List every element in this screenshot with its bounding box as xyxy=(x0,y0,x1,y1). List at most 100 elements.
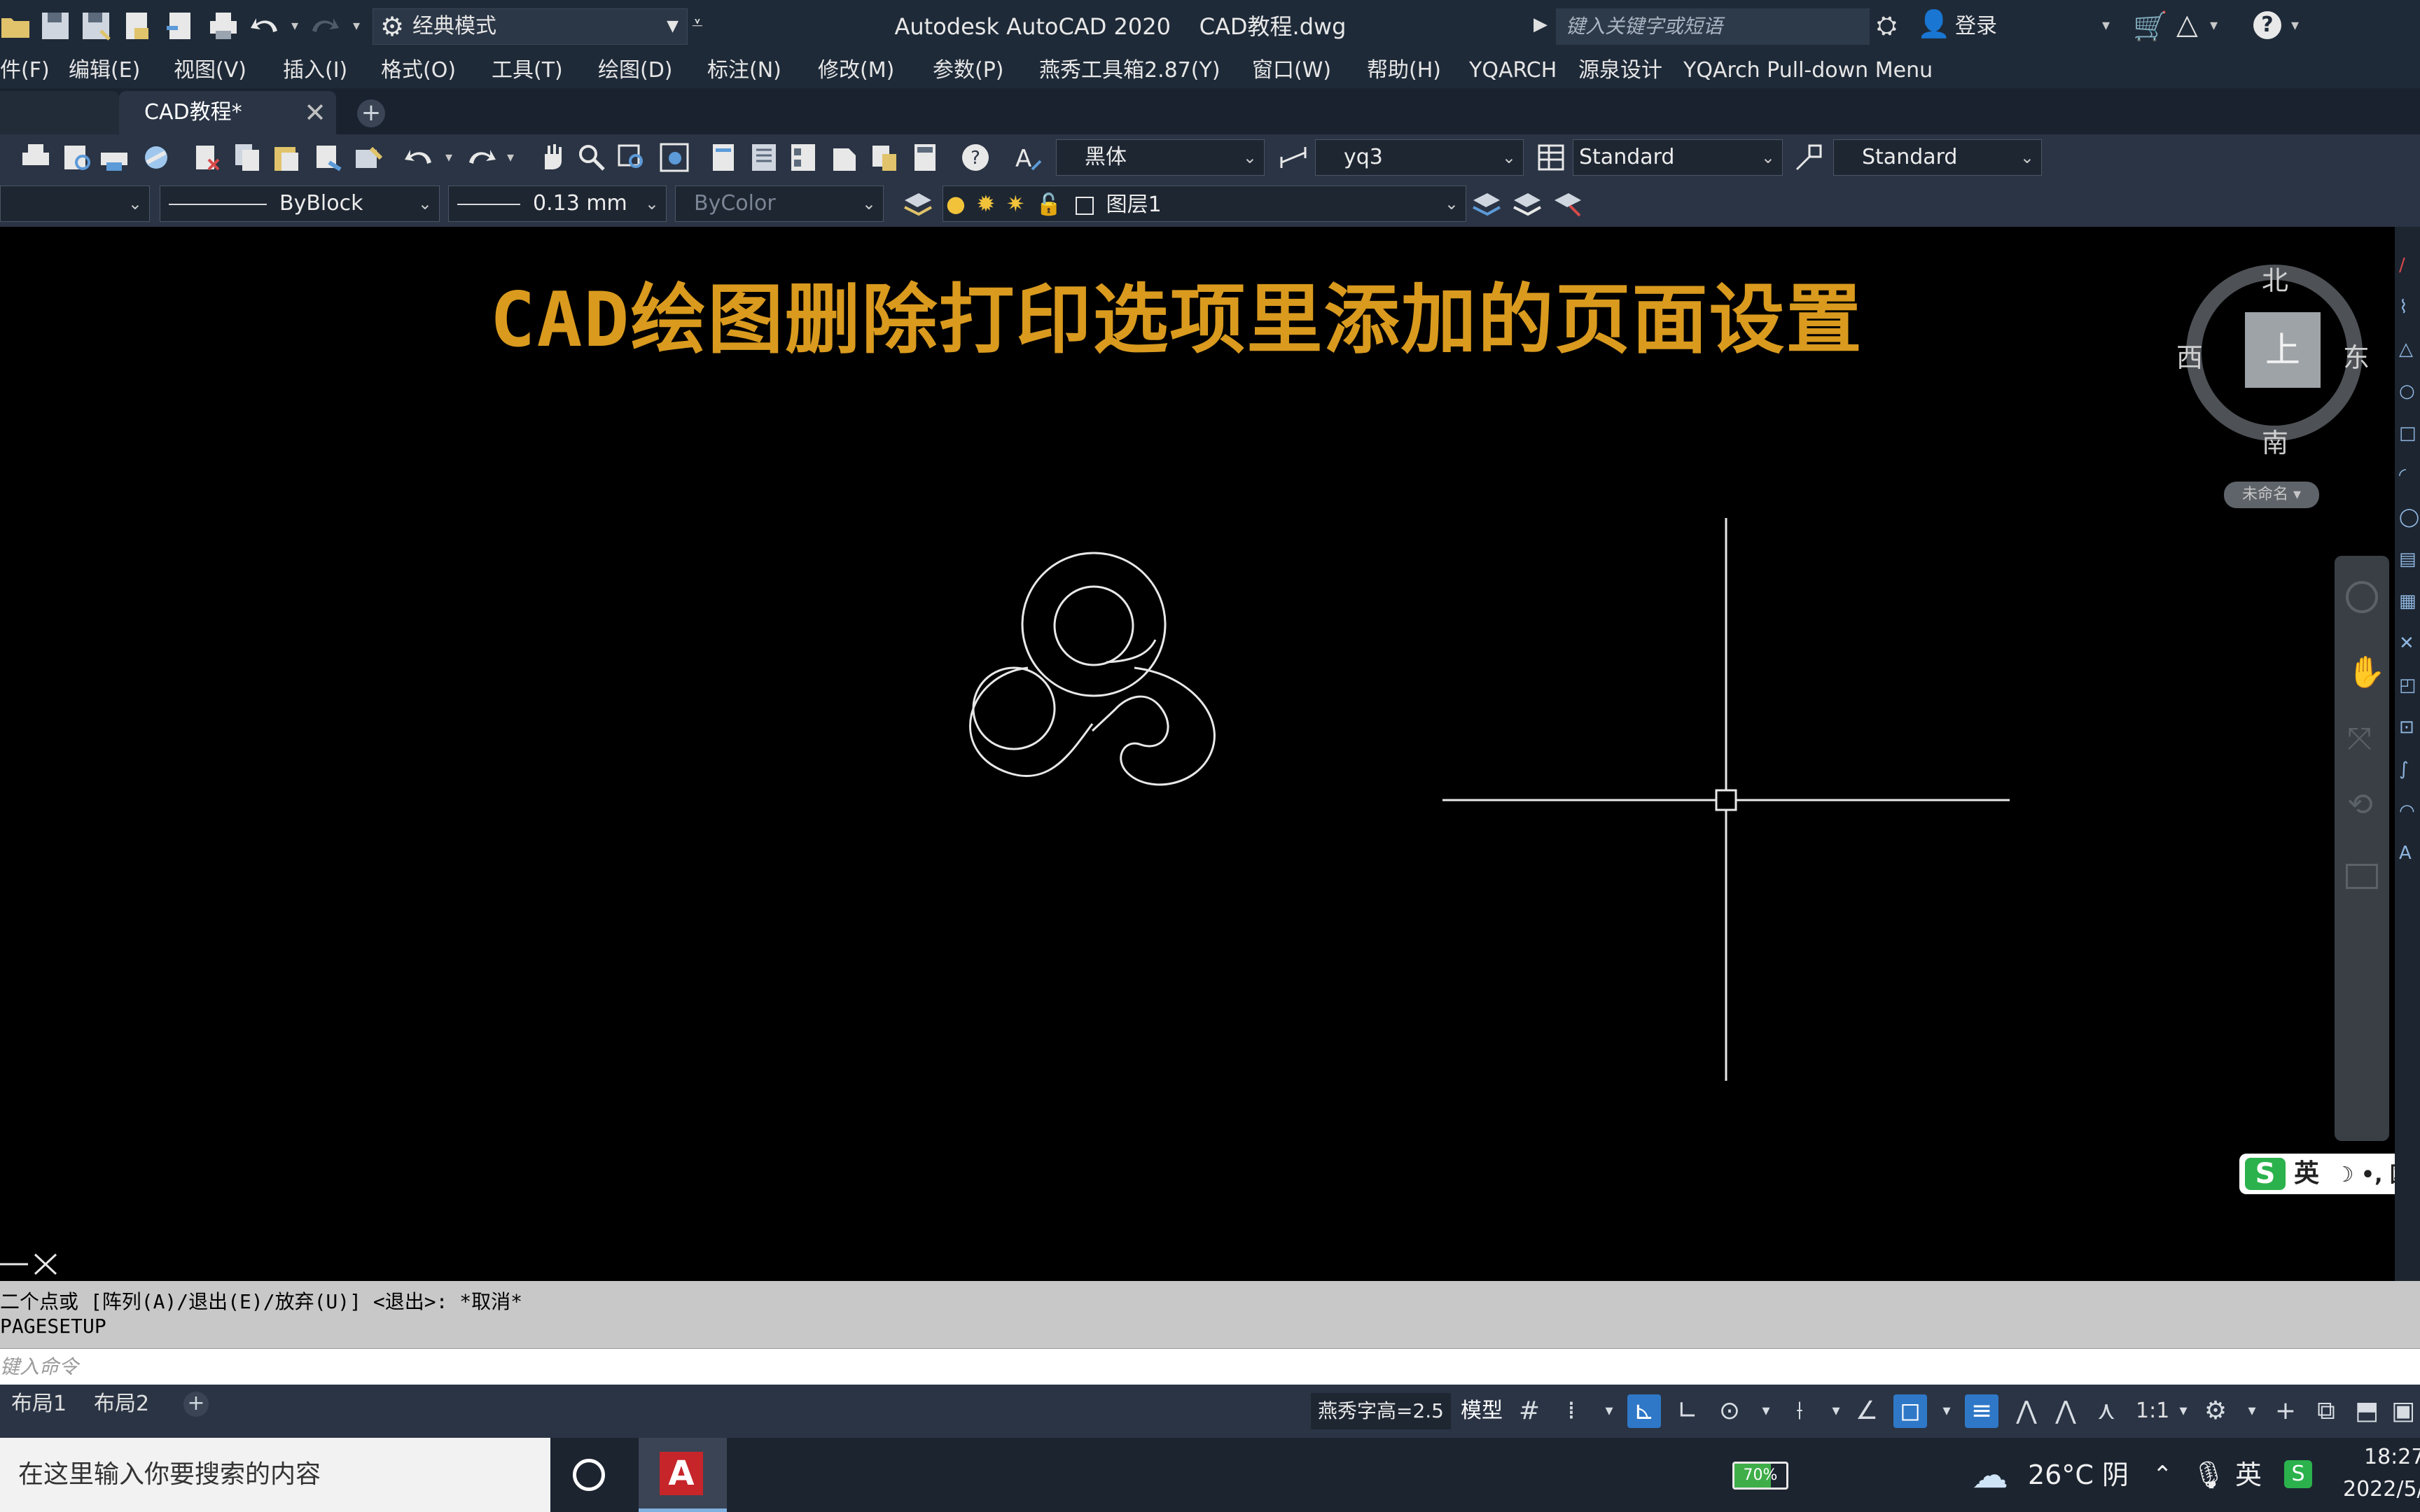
help-icon[interactable]: ? xyxy=(959,141,992,174)
snap-dropdown-icon[interactable]: ▾ xyxy=(1592,1394,1626,1428)
zoom-window-icon[interactable] xyxy=(616,141,648,174)
sheet-set-icon[interactable] xyxy=(828,141,860,174)
undo-dropdown-icon[interactable]: ▾ xyxy=(291,17,298,34)
isodraft-icon[interactable]: ⟊ xyxy=(1783,1394,1816,1428)
viewport-freeze-icon[interactable]: ✷ xyxy=(1006,190,1025,217)
object-snap-icon[interactable]: ◻ xyxy=(1893,1394,1927,1428)
linetype-dropdown[interactable]: ByBlock ⌄ xyxy=(160,186,440,222)
region-tool-icon[interactable]: ◰ xyxy=(2399,675,2416,696)
help-icon[interactable]: ? xyxy=(2253,11,2281,39)
menu-tools[interactable]: 工具(T) xyxy=(492,53,563,88)
lineweight-dropdown[interactable]: 0.13 mm ⌄ xyxy=(448,186,667,222)
paste-icon[interactable] xyxy=(270,141,302,174)
steering-wheel-icon[interactable] xyxy=(2346,581,2378,613)
a360-dropdown-icon[interactable]: ▾ xyxy=(2210,17,2218,34)
menu-insert[interactable]: 插入(I) xyxy=(283,53,347,88)
multileader-style-icon[interactable] xyxy=(1793,141,1825,174)
multileader-style-dropdown[interactable]: Standard ⌄ xyxy=(1833,139,2042,176)
compass-west[interactable]: 西 xyxy=(2176,336,2203,374)
menu-dimension[interactable]: 标注(N) xyxy=(707,53,781,88)
orbit-icon[interactable]: ⟲ xyxy=(2347,787,2373,822)
menu-format[interactable]: 格式(O) xyxy=(381,53,456,88)
compass-north[interactable]: 北 xyxy=(2262,259,2288,298)
close-icon[interactable]: ✕ xyxy=(304,91,326,134)
workspace-dropdown-icon[interactable]: ▾ xyxy=(2235,1394,2269,1428)
text-style-icon[interactable]: A xyxy=(1013,141,1045,174)
cortana-icon[interactable] xyxy=(573,1459,605,1491)
copy-icon[interactable] xyxy=(231,141,263,174)
block-tool-icon[interactable]: ⊡ xyxy=(2399,717,2414,738)
tool-palettes-icon[interactable] xyxy=(787,141,819,174)
table-style-icon[interactable] xyxy=(1535,141,1567,174)
osnap-dropdown-icon[interactable]: ▾ xyxy=(1930,1394,1963,1428)
undo-icon[interactable] xyxy=(403,141,436,174)
menu-yuanquan[interactable]: 源泉设计 xyxy=(1578,53,1662,88)
yanxiu-text-height[interactable]: 燕秀字高=2.5 xyxy=(1311,1393,1451,1429)
polar-dropdown-icon[interactable]: ▾ xyxy=(1749,1394,1783,1428)
undo-dropdown-icon[interactable]: ▾ xyxy=(445,148,452,165)
print-icon[interactable] xyxy=(20,141,52,174)
dimension-style-icon[interactable] xyxy=(1277,141,1309,174)
quickcalc-icon[interactable] xyxy=(909,141,941,174)
annotation-scale-label[interactable]: 1:1 xyxy=(2136,1394,2169,1428)
layer-state-icon[interactable] xyxy=(1552,188,1584,220)
redo-dropdown-icon[interactable]: ▾ xyxy=(507,148,514,165)
showmotion-icon[interactable] xyxy=(2346,864,2378,889)
redo-dropdown-icon[interactable]: ▾ xyxy=(353,17,360,34)
menu-view[interactable]: 视图(V) xyxy=(174,53,246,88)
cloud-weather-icon[interactable]: ☁ xyxy=(1972,1455,2008,1497)
weather-text[interactable]: 26°C 阴 xyxy=(2028,1438,2129,1512)
arc-tool-icon[interactable]: ◜ xyxy=(2399,465,2406,486)
a360-icon[interactable]: △ xyxy=(2176,8,2198,41)
play-arrow-icon[interactable]: ▶ xyxy=(1534,14,1548,35)
login-dropdown-icon[interactable]: ▾ xyxy=(2102,17,2110,34)
battery-indicator[interactable]: 70% xyxy=(1732,1462,1788,1490)
menu-yqarch-pulldown[interactable]: YQArch Pull-down Menu xyxy=(1683,53,1933,88)
isolate-objects-icon[interactable]: ⧉ xyxy=(2309,1394,2343,1428)
sun-icon[interactable]: ✹ xyxy=(976,190,995,217)
redo-icon[interactable] xyxy=(465,141,497,174)
zoom-extents-icon[interactable]: ⤧ xyxy=(2347,721,2372,757)
annotation-monitor-icon[interactable]: + xyxy=(2269,1394,2302,1428)
auto-scale-icon[interactable]: ⋏ xyxy=(2089,1394,2123,1428)
drawing-canvas[interactable]: CAD绘图删除打印选项里添加的页面设置 北 南 西 东 上 未命名 ▾ ✋ ⤧ … xyxy=(0,227,2420,1281)
clock-date[interactable]: 2022/5/ xyxy=(2343,1477,2420,1502)
ellipse-tool-icon[interactable]: ◯ xyxy=(2399,507,2419,528)
menu-draw[interactable]: 绘图(D) xyxy=(598,53,673,88)
design-center-icon[interactable] xyxy=(748,141,780,174)
menu-modify[interactable]: 修改(M) xyxy=(818,53,894,88)
hatch-tool-icon[interactable]: ▤ xyxy=(2399,549,2416,570)
polar-tracking-icon[interactable]: ⊙ xyxy=(1713,1394,1746,1428)
compass-east[interactable]: 东 xyxy=(2343,336,2370,374)
menu-help[interactable]: 帮助(H) xyxy=(1367,53,1441,88)
infer-constraints-icon[interactable]: ⊾ xyxy=(1627,1394,1661,1428)
layer-dropdown[interactable]: ● ✹ ✷ 🔓 图层1 ⌄ xyxy=(943,186,1466,222)
redo-icon[interactable] xyxy=(308,10,340,42)
save-icon[interactable] xyxy=(39,10,71,42)
lightbulb-icon[interactable]: ● xyxy=(946,190,966,217)
viewcube[interactable]: 北 南 西 东 上 xyxy=(2176,259,2370,458)
add-layout-button[interactable]: + xyxy=(183,1392,209,1417)
plot-preview-icon[interactable] xyxy=(60,141,92,174)
table-tool-icon[interactable]: ▦ xyxy=(2399,591,2416,612)
menu-parametric[interactable]: 参数(P) xyxy=(933,53,1004,88)
revcloud-tool-icon[interactable]: ◠ xyxy=(2399,801,2415,822)
windows-search-input[interactable]: 在这里输入你要搜索的内容 xyxy=(0,1438,550,1512)
autocad-taskbar-button[interactable]: A xyxy=(639,1438,727,1512)
tab-layout-2[interactable]: 布局2 xyxy=(83,1385,160,1424)
color-dropdown[interactable]: ⌄ xyxy=(0,186,150,222)
tab-layout-1[interactable]: 布局1 xyxy=(0,1385,78,1424)
cut-icon[interactable] xyxy=(190,141,223,174)
layer-previous-icon[interactable] xyxy=(1511,188,1543,220)
model-space-button[interactable]: 模型 xyxy=(1461,1393,1507,1429)
workspace-switcher[interactable]: ⚙ 经典模式 ▼ xyxy=(373,8,688,45)
menu-edit[interactable]: 编辑(E) xyxy=(69,53,140,88)
selection-cycling-icon[interactable]: ⋀ xyxy=(2010,1394,2043,1428)
save-to-web-icon[interactable] xyxy=(120,10,153,42)
hardware-acceleration-icon[interactable]: ⬒ xyxy=(2350,1394,2384,1428)
3d-print-icon[interactable] xyxy=(140,141,172,174)
undo-icon[interactable] xyxy=(249,10,281,42)
make-current-layer-icon[interactable] xyxy=(1470,188,1503,220)
cart-icon[interactable]: 🛒 xyxy=(2133,10,2168,43)
pan-icon[interactable]: ✋ xyxy=(2347,654,2386,690)
